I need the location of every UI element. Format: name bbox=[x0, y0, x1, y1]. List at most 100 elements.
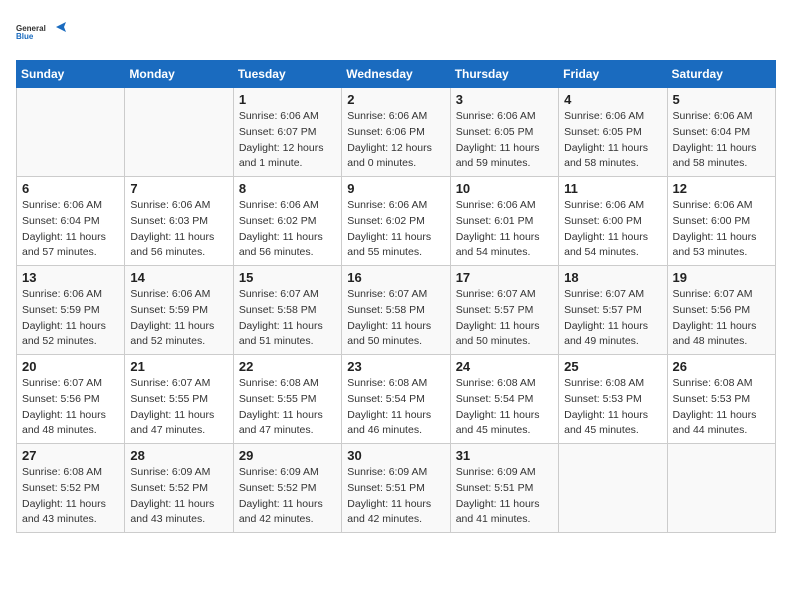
day-info: Sunrise: 6:06 AMSunset: 6:00 PMDaylight:… bbox=[673, 198, 770, 261]
day-number: 12 bbox=[673, 181, 770, 196]
day-cell: 7 Sunrise: 6:06 AMSunset: 6:03 PMDayligh… bbox=[125, 177, 233, 266]
day-info: Sunrise: 6:06 AMSunset: 5:59 PMDaylight:… bbox=[22, 287, 119, 350]
week-row-3: 13 Sunrise: 6:06 AMSunset: 5:59 PMDaylig… bbox=[17, 266, 776, 355]
day-info: Sunrise: 6:08 AMSunset: 5:54 PMDaylight:… bbox=[347, 376, 444, 439]
logo-svg: General Blue bbox=[16, 16, 46, 48]
day-info: Sunrise: 6:07 AMSunset: 5:56 PMDaylight:… bbox=[673, 287, 770, 350]
day-info: Sunrise: 6:06 AMSunset: 6:03 PMDaylight:… bbox=[130, 198, 227, 261]
day-cell bbox=[559, 444, 667, 533]
header-cell-thursday: Thursday bbox=[450, 61, 558, 88]
day-info: Sunrise: 6:06 AMSunset: 5:59 PMDaylight:… bbox=[130, 287, 227, 350]
day-number: 6 bbox=[22, 181, 119, 196]
day-cell: 24 Sunrise: 6:08 AMSunset: 5:54 PMDaylig… bbox=[450, 355, 558, 444]
header-cell-wednesday: Wednesday bbox=[342, 61, 450, 88]
day-number: 19 bbox=[673, 270, 770, 285]
svg-text:Blue: Blue bbox=[16, 32, 34, 41]
day-number: 16 bbox=[347, 270, 444, 285]
day-cell: 6 Sunrise: 6:06 AMSunset: 6:04 PMDayligh… bbox=[17, 177, 125, 266]
day-info: Sunrise: 6:07 AMSunset: 5:58 PMDaylight:… bbox=[239, 287, 336, 350]
day-info: Sunrise: 6:06 AMSunset: 6:01 PMDaylight:… bbox=[456, 198, 553, 261]
calendar-table: SundayMondayTuesdayWednesdayThursdayFrid… bbox=[16, 60, 776, 533]
day-info: Sunrise: 6:07 AMSunset: 5:56 PMDaylight:… bbox=[22, 376, 119, 439]
day-cell: 28 Sunrise: 6:09 AMSunset: 5:52 PMDaylig… bbox=[125, 444, 233, 533]
day-cell: 8 Sunrise: 6:06 AMSunset: 6:02 PMDayligh… bbox=[233, 177, 341, 266]
day-number: 3 bbox=[456, 92, 553, 107]
day-number: 8 bbox=[239, 181, 336, 196]
day-cell: 10 Sunrise: 6:06 AMSunset: 6:01 PMDaylig… bbox=[450, 177, 558, 266]
day-cell: 11 Sunrise: 6:06 AMSunset: 6:00 PMDaylig… bbox=[559, 177, 667, 266]
day-cell: 29 Sunrise: 6:09 AMSunset: 5:52 PMDaylig… bbox=[233, 444, 341, 533]
week-row-5: 27 Sunrise: 6:08 AMSunset: 5:52 PMDaylig… bbox=[17, 444, 776, 533]
day-info: Sunrise: 6:08 AMSunset: 5:52 PMDaylight:… bbox=[22, 465, 119, 528]
day-info: Sunrise: 6:09 AMSunset: 5:52 PMDaylight:… bbox=[239, 465, 336, 528]
day-info: Sunrise: 6:06 AMSunset: 6:05 PMDaylight:… bbox=[564, 109, 661, 172]
day-cell bbox=[125, 88, 233, 177]
day-cell: 17 Sunrise: 6:07 AMSunset: 5:57 PMDaylig… bbox=[450, 266, 558, 355]
day-number: 23 bbox=[347, 359, 444, 374]
day-info: Sunrise: 6:06 AMSunset: 6:06 PMDaylight:… bbox=[347, 109, 444, 172]
day-cell: 18 Sunrise: 6:07 AMSunset: 5:57 PMDaylig… bbox=[559, 266, 667, 355]
day-number: 29 bbox=[239, 448, 336, 463]
day-number: 27 bbox=[22, 448, 119, 463]
day-info: Sunrise: 6:07 AMSunset: 5:57 PMDaylight:… bbox=[564, 287, 661, 350]
day-number: 4 bbox=[564, 92, 661, 107]
day-cell: 3 Sunrise: 6:06 AMSunset: 6:05 PMDayligh… bbox=[450, 88, 558, 177]
day-number: 14 bbox=[130, 270, 227, 285]
day-info: Sunrise: 6:08 AMSunset: 5:53 PMDaylight:… bbox=[564, 376, 661, 439]
day-number: 7 bbox=[130, 181, 227, 196]
day-cell: 14 Sunrise: 6:06 AMSunset: 5:59 PMDaylig… bbox=[125, 266, 233, 355]
day-cell: 21 Sunrise: 6:07 AMSunset: 5:55 PMDaylig… bbox=[125, 355, 233, 444]
day-cell: 13 Sunrise: 6:06 AMSunset: 5:59 PMDaylig… bbox=[17, 266, 125, 355]
day-number: 1 bbox=[239, 92, 336, 107]
week-row-4: 20 Sunrise: 6:07 AMSunset: 5:56 PMDaylig… bbox=[17, 355, 776, 444]
week-row-2: 6 Sunrise: 6:06 AMSunset: 6:04 PMDayligh… bbox=[17, 177, 776, 266]
day-number: 20 bbox=[22, 359, 119, 374]
day-info: Sunrise: 6:06 AMSunset: 6:05 PMDaylight:… bbox=[456, 109, 553, 172]
day-info: Sunrise: 6:07 AMSunset: 5:55 PMDaylight:… bbox=[130, 376, 227, 439]
day-number: 22 bbox=[239, 359, 336, 374]
day-number: 15 bbox=[239, 270, 336, 285]
week-row-1: 1 Sunrise: 6:06 AMSunset: 6:07 PMDayligh… bbox=[17, 88, 776, 177]
calendar-body: 1 Sunrise: 6:06 AMSunset: 6:07 PMDayligh… bbox=[17, 88, 776, 533]
day-cell: 23 Sunrise: 6:08 AMSunset: 5:54 PMDaylig… bbox=[342, 355, 450, 444]
header-cell-tuesday: Tuesday bbox=[233, 61, 341, 88]
day-cell: 2 Sunrise: 6:06 AMSunset: 6:06 PMDayligh… bbox=[342, 88, 450, 177]
day-number: 10 bbox=[456, 181, 553, 196]
day-cell: 27 Sunrise: 6:08 AMSunset: 5:52 PMDaylig… bbox=[17, 444, 125, 533]
day-number: 25 bbox=[564, 359, 661, 374]
day-number: 26 bbox=[673, 359, 770, 374]
header-cell-saturday: Saturday bbox=[667, 61, 775, 88]
day-info: Sunrise: 6:06 AMSunset: 6:04 PMDaylight:… bbox=[673, 109, 770, 172]
day-info: Sunrise: 6:06 AMSunset: 6:04 PMDaylight:… bbox=[22, 198, 119, 261]
day-cell: 15 Sunrise: 6:07 AMSunset: 5:58 PMDaylig… bbox=[233, 266, 341, 355]
day-number: 31 bbox=[456, 448, 553, 463]
day-number: 2 bbox=[347, 92, 444, 107]
day-info: Sunrise: 6:07 AMSunset: 5:57 PMDaylight:… bbox=[456, 287, 553, 350]
day-cell: 30 Sunrise: 6:09 AMSunset: 5:51 PMDaylig… bbox=[342, 444, 450, 533]
day-info: Sunrise: 6:09 AMSunset: 5:51 PMDaylight:… bbox=[456, 465, 553, 528]
day-info: Sunrise: 6:06 AMSunset: 6:07 PMDaylight:… bbox=[239, 109, 336, 172]
day-cell: 1 Sunrise: 6:06 AMSunset: 6:07 PMDayligh… bbox=[233, 88, 341, 177]
day-info: Sunrise: 6:06 AMSunset: 6:02 PMDaylight:… bbox=[347, 198, 444, 261]
day-number: 30 bbox=[347, 448, 444, 463]
day-cell: 25 Sunrise: 6:08 AMSunset: 5:53 PMDaylig… bbox=[559, 355, 667, 444]
day-cell: 26 Sunrise: 6:08 AMSunset: 5:53 PMDaylig… bbox=[667, 355, 775, 444]
day-cell: 9 Sunrise: 6:06 AMSunset: 6:02 PMDayligh… bbox=[342, 177, 450, 266]
day-cell: 5 Sunrise: 6:06 AMSunset: 6:04 PMDayligh… bbox=[667, 88, 775, 177]
day-info: Sunrise: 6:07 AMSunset: 5:58 PMDaylight:… bbox=[347, 287, 444, 350]
page-header: General Blue bbox=[16, 16, 776, 48]
day-number: 21 bbox=[130, 359, 227, 374]
header-row: SundayMondayTuesdayWednesdayThursdayFrid… bbox=[17, 61, 776, 88]
day-info: Sunrise: 6:08 AMSunset: 5:55 PMDaylight:… bbox=[239, 376, 336, 439]
day-info: Sunrise: 6:09 AMSunset: 5:51 PMDaylight:… bbox=[347, 465, 444, 528]
header-cell-sunday: Sunday bbox=[17, 61, 125, 88]
logo: General Blue bbox=[16, 16, 70, 48]
day-cell: 12 Sunrise: 6:06 AMSunset: 6:00 PMDaylig… bbox=[667, 177, 775, 266]
header-cell-monday: Monday bbox=[125, 61, 233, 88]
day-number: 28 bbox=[130, 448, 227, 463]
day-cell bbox=[667, 444, 775, 533]
logo-bird-icon bbox=[52, 18, 70, 36]
calendar-header: SundayMondayTuesdayWednesdayThursdayFrid… bbox=[17, 61, 776, 88]
day-number: 17 bbox=[456, 270, 553, 285]
day-cell: 22 Sunrise: 6:08 AMSunset: 5:55 PMDaylig… bbox=[233, 355, 341, 444]
